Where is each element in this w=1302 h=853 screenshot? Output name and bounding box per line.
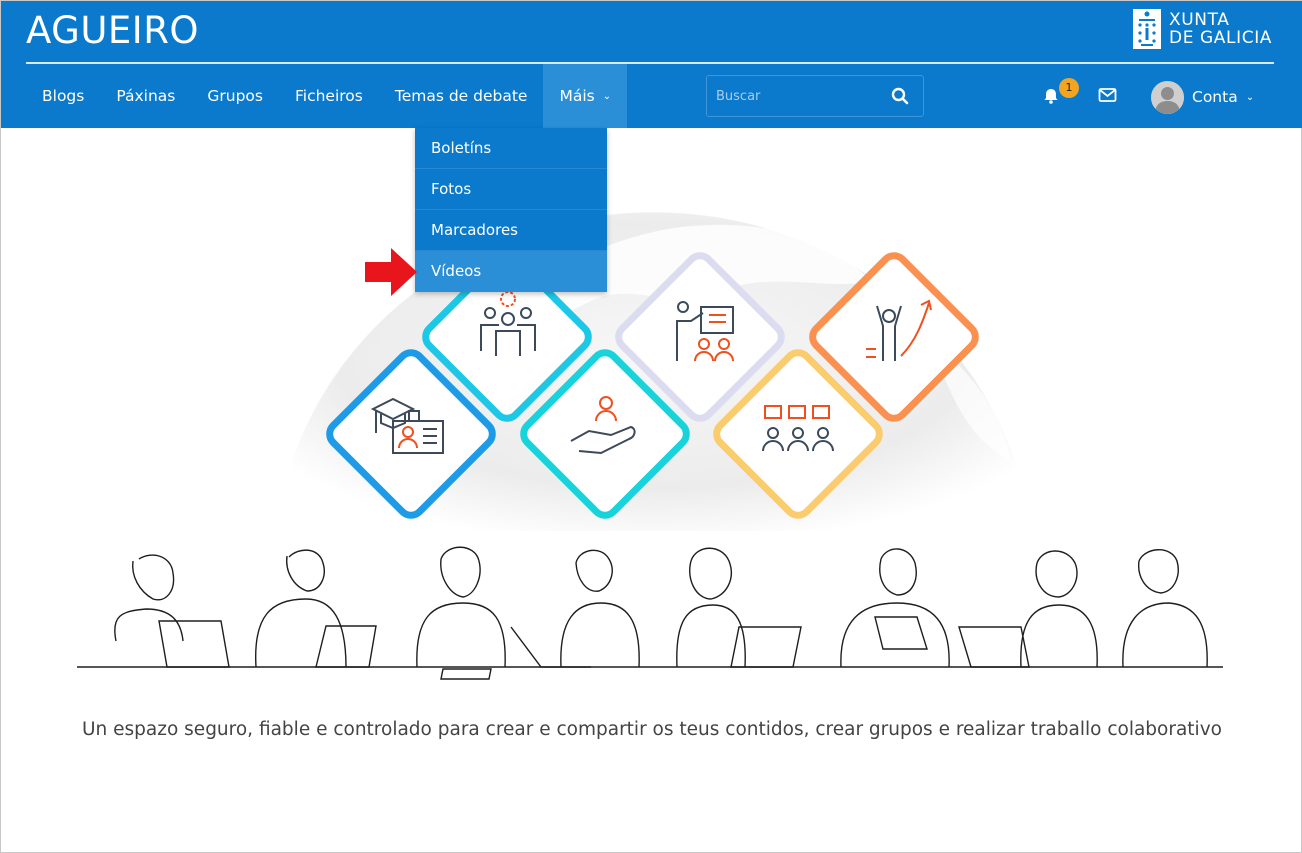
- person-5: [676, 547, 802, 668]
- notification-badge: 1: [1059, 78, 1079, 98]
- xunta-line-1: XUNTA: [1169, 10, 1230, 30]
- person-8: [1122, 549, 1208, 668]
- avatar: [1151, 80, 1184, 114]
- main-nav: Blogs Páxinas Grupos Ficheiros Temas de …: [26, 64, 628, 128]
- search-box: [706, 75, 924, 117]
- account-menu[interactable]: Conta ⌄: [1151, 80, 1254, 114]
- chevron-down-icon: ⌄: [1245, 91, 1255, 103]
- search-input[interactable]: [707, 76, 882, 116]
- nav-item-temas-de-debate[interactable]: Temas de debate: [379, 64, 544, 128]
- person-3: [416, 546, 506, 680]
- menu-item-marcadores[interactable]: Marcadores: [415, 210, 607, 251]
- hero-illustration: [77, 212, 1223, 680]
- red-arrow-icon: [365, 248, 417, 296]
- nav-item-ficheiros[interactable]: Ficheiros: [279, 64, 379, 128]
- xunta-line-2: DE GALICIA: [1169, 28, 1273, 48]
- nav-item-mais[interactable]: Máis ⌄: [543, 64, 628, 128]
- person-4: [510, 549, 640, 668]
- xunta-wordmark: XUNTA DE GALICIA: [1169, 11, 1272, 47]
- nav-item-mais-label: Máis: [559, 87, 595, 105]
- site-header: AGUEIRO XUNTA DE GALICIA Blogs Páxinas G…: [1, 1, 1302, 128]
- person-7: [958, 550, 1098, 668]
- nav-item-blogs[interactable]: Blogs: [26, 64, 100, 128]
- search-icon[interactable]: [891, 87, 909, 105]
- account-label: Conta: [1192, 88, 1238, 106]
- person-6: [840, 548, 950, 668]
- team-line-drawing: [77, 546, 1223, 680]
- site-title[interactable]: AGUEIRO: [26, 9, 199, 52]
- nav-item-grupos[interactable]: Grupos: [191, 64, 279, 128]
- bell-icon[interactable]: [1041, 86, 1061, 106]
- person-1: [114, 554, 230, 668]
- mail-icon[interactable]: [1098, 87, 1117, 103]
- xunta-logo: [1133, 9, 1161, 49]
- person-2: [254, 549, 377, 668]
- menu-item-boletins[interactable]: Boletíns: [415, 128, 607, 169]
- chevron-down-icon: ⌄: [602, 91, 612, 102]
- more-dropdown-menu: Boletíns Fotos Marcadores Vídeos: [415, 128, 607, 292]
- nav-item-paxinas[interactable]: Páxinas: [100, 64, 191, 128]
- menu-item-videos[interactable]: Vídeos: [415, 251, 607, 292]
- xunta-logo-block[interactable]: XUNTA DE GALICIA: [1133, 9, 1272, 49]
- tagline: Un espazo seguro, fiable e controlado pa…: [82, 719, 1222, 740]
- menu-item-fotos[interactable]: Fotos: [415, 169, 607, 210]
